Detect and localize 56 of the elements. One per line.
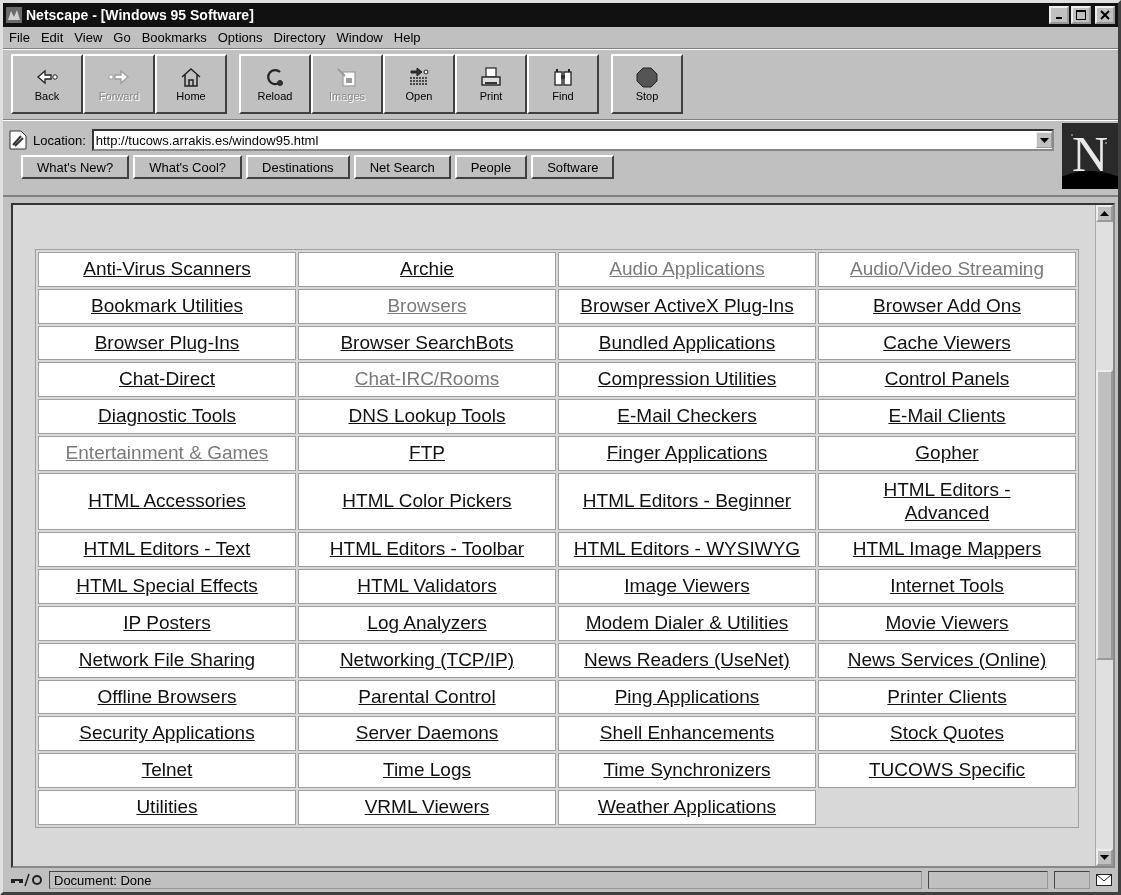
dropdown-button[interactable]: [1036, 132, 1052, 148]
menu-item[interactable]: Help: [393, 30, 421, 45]
menu-item[interactable]: Go: [113, 30, 131, 45]
directory-button[interactable]: Software: [531, 155, 615, 179]
category-link[interactable]: Utilities: [136, 795, 198, 819]
category-link[interactable]: Archie: [400, 258, 454, 281]
directory-button[interactable]: What's New?: [21, 155, 130, 179]
security-key-icon[interactable]: [9, 873, 43, 887]
page-link-icon[interactable]: [9, 130, 27, 150]
mail-icon[interactable]: [1096, 874, 1112, 886]
menu-item[interactable]: File: [9, 30, 30, 45]
caret-icon: [1039, 137, 1049, 143]
menu-item[interactable]: Directory: [273, 30, 326, 45]
open-icon: [407, 66, 431, 88]
maximize-button[interactable]: [1071, 6, 1091, 24]
status-text: Document: Done: [49, 871, 922, 889]
print-icon: [479, 66, 503, 88]
directory-button[interactable]: What's Cool?: [133, 155, 243, 179]
directory-button[interactable]: Net Search: [353, 155, 451, 179]
menu-item[interactable]: Window: [336, 30, 383, 45]
stop-icon: [635, 66, 659, 88]
toolbar-button[interactable]: Find: [527, 54, 599, 114]
toolbar-button[interactable]: Reload: [239, 54, 311, 114]
scroll-thumb[interactable]: [1096, 370, 1113, 660]
location-field[interactable]: http://tucows.arrakis.es/window95.html: [91, 129, 1054, 151]
category-link[interactable]: Gopher: [915, 442, 979, 465]
up-arrow-icon: [1100, 211, 1109, 216]
minimize-button[interactable]: [1049, 6, 1069, 24]
app-icon: [6, 7, 22, 23]
scroll-down-button[interactable]: [1096, 849, 1113, 866]
home-icon: [179, 66, 203, 88]
window-title: Netscape - [Windows 95 Software]: [26, 7, 255, 23]
menu-item[interactable]: Bookmarks: [141, 30, 207, 45]
category-link[interactable]: FTP: [409, 442, 445, 465]
toolbar-button[interactable]: Open: [383, 54, 455, 114]
toolbar-button[interactable]: Back: [11, 54, 83, 114]
minimize-icon: [1056, 17, 1062, 19]
maximize-icon: [1076, 10, 1086, 20]
scroll-up-button[interactable]: [1096, 205, 1113, 222]
menu-item[interactable]: Options: [217, 30, 263, 45]
close-button[interactable]: [1095, 6, 1115, 24]
location-label: Location:: [33, 132, 86, 148]
status-pane: [1054, 871, 1090, 889]
directory-button[interactable]: Destinations: [246, 155, 350, 179]
close-icon: [1100, 10, 1110, 20]
find-icon: [551, 66, 575, 88]
images-icon: [335, 66, 359, 88]
menu-item[interactable]: View: [74, 30, 103, 45]
menu-item[interactable]: Edit: [40, 30, 64, 45]
toolbar-button[interactable]: Home: [155, 54, 227, 114]
down-arrow-icon: [1100, 855, 1109, 860]
netscape-logo[interactable]: N: [1062, 123, 1118, 189]
category-link[interactable]: Telnet: [141, 759, 193, 782]
toolbar-button[interactable]: Print: [455, 54, 527, 114]
directory-button[interactable]: People: [454, 155, 528, 179]
toolbar-button[interactable]: Stop: [611, 54, 683, 114]
